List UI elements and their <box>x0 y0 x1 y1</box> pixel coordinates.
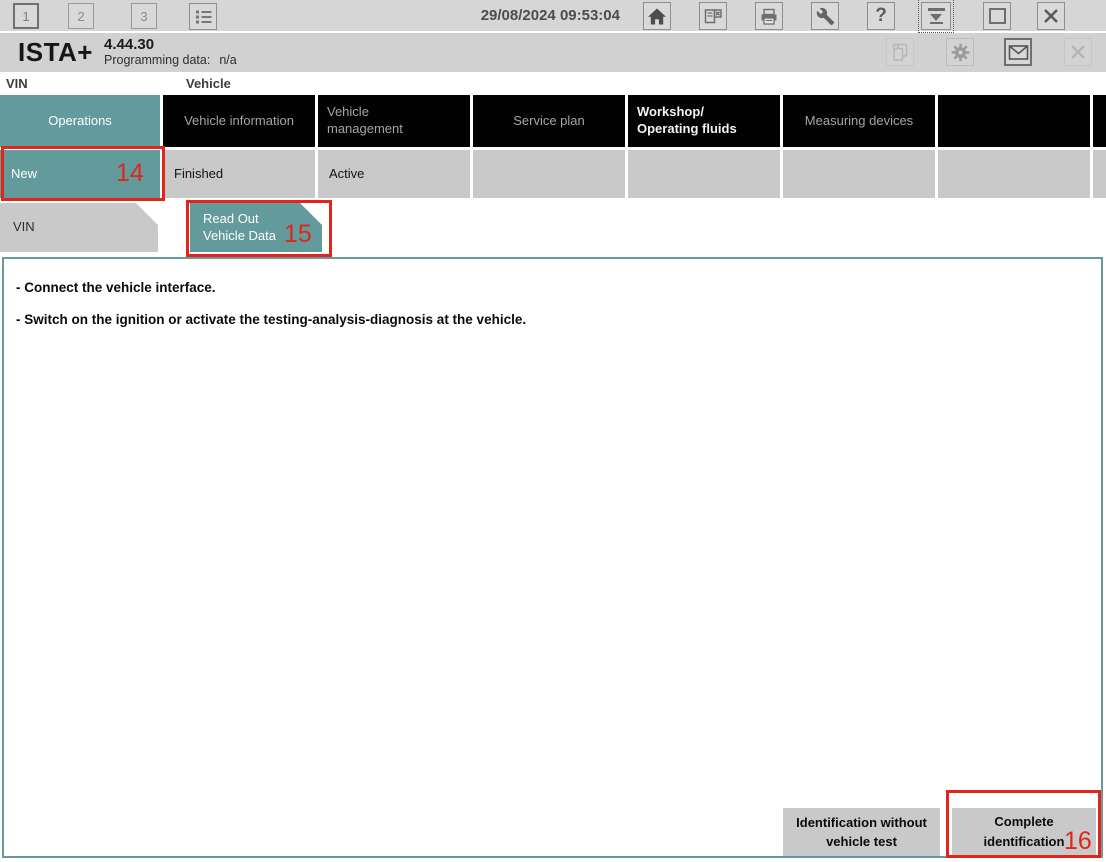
settings-wrench-button[interactable] <box>811 2 839 30</box>
tab-workshop-operating-fluids[interactable]: Workshop/ Operating fluids <box>628 95 780 147</box>
step-3-label: 3 <box>140 9 147 24</box>
workflow-step-2-button[interactable]: 2 <box>68 3 94 29</box>
tab-measuring-devices-label: Measuring devices <box>805 113 913 130</box>
subtab-empty <box>628 150 780 198</box>
subtab-active-label: Active <box>329 166 364 183</box>
tab-vehicle-information-label: Vehicle information <box>184 113 294 130</box>
tab-vehicle-information: Vehicle information <box>163 95 315 147</box>
tab-measuring-devices: Measuring devices <box>783 95 935 147</box>
subtab-new-label: New <box>11 166 37 183</box>
messages-button[interactable] <box>1004 38 1032 66</box>
datetime-display: 29/08/2024 09:53:04 <box>420 7 620 24</box>
mail-icon <box>1008 44 1029 61</box>
workflow-tab-vin-label: VIN <box>13 219 35 236</box>
home-button[interactable] <box>643 2 671 30</box>
programming-data-value: n/a <box>219 53 236 67</box>
app-version: 4.44.30 <box>104 36 154 53</box>
close-disabled-icon <box>1069 43 1087 61</box>
complete-identification-label: Complete identification <box>962 812 1086 851</box>
maximize-button[interactable] <box>983 2 1011 30</box>
close-operation-button <box>1064 38 1092 66</box>
title-bar: ISTA+ 4.44.30 Programming data: n/a <box>0 33 1106 72</box>
tab-empty <box>938 95 1090 147</box>
tab-service-plan-label: Service plan <box>513 113 585 130</box>
tab-vehicle-management: Vehicle management <box>318 95 470 147</box>
printer-icon <box>759 7 779 26</box>
identification-without-label: Identification without vehicle test <box>793 813 930 852</box>
subtab-empty-edge <box>1093 150 1106 198</box>
help-button[interactable]: ? <box>867 2 895 30</box>
tab-service-plan: Service plan <box>473 95 625 147</box>
tab-vehicle-management-label: Vehicle management <box>327 104 403 138</box>
close-icon <box>1042 7 1060 25</box>
maximize-icon <box>989 8 1006 24</box>
close-window-button[interactable] <box>699 2 727 30</box>
wrench-icon <box>816 7 835 26</box>
minimize-app-button[interactable] <box>921 2 951 30</box>
subtab-empty <box>783 150 935 198</box>
subtab-active[interactable]: Active <box>318 150 470 198</box>
operations-list-icon <box>194 8 213 26</box>
tab-operations[interactable]: Operations <box>0 95 160 147</box>
content-panel: - Connect the vehicle interface. - Switc… <box>2 257 1103 858</box>
programming-data: Programming data: n/a <box>104 53 237 67</box>
workflow-step-1-button[interactable]: 1 <box>13 3 39 29</box>
settings-gear-icon <box>950 42 971 63</box>
settings-button[interactable] <box>946 38 974 66</box>
subtab-finished[interactable]: Finished <box>163 150 315 198</box>
identification-without-vehicle-test-button[interactable]: Identification without vehicle test <box>783 808 940 856</box>
instruction-line: - Switch on the ignition or activate the… <box>16 312 1101 327</box>
step-2-label: 2 <box>77 9 84 24</box>
tab-empty-edge <box>1093 95 1106 147</box>
workflow-step-3-button[interactable]: 3 <box>131 3 157 29</box>
breadcrumb-vin: VIN <box>6 76 28 91</box>
subtab-empty <box>938 150 1090 198</box>
history-documents-button <box>886 38 914 66</box>
tab-operations-label: Operations <box>48 113 112 130</box>
window-close-icon <box>703 7 723 25</box>
instructions: - Connect the vehicle interface. - Switc… <box>4 259 1101 327</box>
workflow-tab-read-out-vehicle-data[interactable]: Read Out Vehicle Data <box>190 203 322 252</box>
complete-identification-button[interactable]: Complete identification <box>952 808 1096 855</box>
step-1-label: 1 <box>22 9 29 24</box>
subtab-finished-label: Finished <box>174 166 223 183</box>
programming-data-label: Programming data: <box>104 53 210 67</box>
minimize-icon <box>928 8 945 24</box>
print-button[interactable] <box>755 2 783 30</box>
operations-list-button[interactable] <box>189 3 217 30</box>
tab-workshop-label: Workshop/ Operating fluids <box>637 104 737 138</box>
workflow-tab-vin[interactable]: VIN <box>0 203 158 252</box>
breadcrumb-vehicle: Vehicle <box>186 76 231 91</box>
history-documents-icon <box>890 42 910 62</box>
subtab-empty <box>473 150 625 198</box>
subtab-new[interactable]: New <box>0 150 160 198</box>
help-icon: ? <box>875 5 887 27</box>
app-name: ISTA+ <box>18 37 93 68</box>
home-icon <box>647 7 667 26</box>
top-toolbar: 1 2 3 29/08/2024 09:53:04 <box>0 0 1106 33</box>
ista-window: 1 2 3 29/08/2024 09:53:04 <box>0 0 1106 862</box>
close-app-button[interactable] <box>1037 2 1065 30</box>
instruction-line: - Connect the vehicle interface. <box>16 280 1101 295</box>
workflow-tab-read-out-label: Read Out Vehicle Data <box>203 211 276 245</box>
